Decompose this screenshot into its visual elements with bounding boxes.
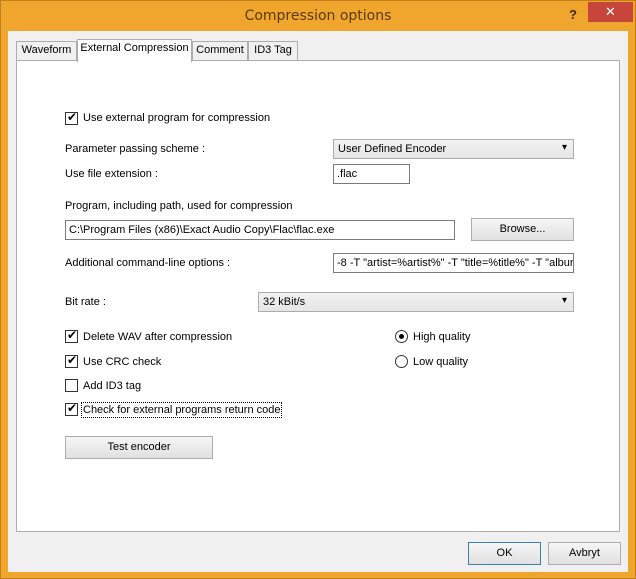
param-scheme-value: User Defined Encoder <box>338 143 447 155</box>
cancel-button[interactable]: Avbryt <box>548 542 621 565</box>
compression-options-window: Compression options ? ✕ Waveform Externa… <box>0 0 636 579</box>
chevron-down-icon: ▾ <box>561 295 567 306</box>
close-button[interactable]: ✕ <box>588 2 633 22</box>
help-button[interactable]: ? <box>562 5 584 25</box>
delete-wav-checkbox[interactable]: ✔ <box>65 328 78 343</box>
crc-check-label: Use CRC check <box>83 356 162 368</box>
high-quality-label: High quality <box>413 331 471 343</box>
close-icon: ✕ <box>605 4 616 19</box>
cmdline-input[interactable]: -8 -T "artist=%artist%" -T "title=%title… <box>333 253 574 273</box>
cmdline-label: Additional command-line options : <box>65 257 231 269</box>
program-path-input[interactable]: C:\Program Files (x86)\Exact Audio Copy\… <box>65 220 455 240</box>
title-bar: Compression options ? ✕ <box>1 1 635 31</box>
test-encoder-button[interactable]: Test encoder <box>65 436 213 459</box>
check-icon: ✔ <box>66 110 78 124</box>
tab-comment[interactable]: Comment <box>192 41 248 60</box>
use-external-checkbox[interactable]: ✔ <box>65 110 78 125</box>
dialog-client-area: Waveform External Compression Comment ID… <box>8 31 628 572</box>
radio-selected-dot <box>399 334 404 339</box>
cmdline-value: -8 -T "artist=%artist%" -T "title=%title… <box>337 257 574 269</box>
file-extension-input[interactable]: .flac <box>333 164 410 184</box>
delete-wav-label: Delete WAV after compression <box>83 331 233 343</box>
tab-waveform[interactable]: Waveform <box>16 41 77 60</box>
program-path-value: C:\Program Files (x86)\Exact Audio Copy\… <box>69 224 335 236</box>
low-quality-label: Low quality <box>413 356 469 368</box>
bitrate-value: 32 kBit/s <box>263 296 306 308</box>
crc-check-checkbox[interactable]: ✔ <box>65 353 78 368</box>
program-path-label: Program, including path, used for compre… <box>65 200 293 212</box>
check-icon: ✔ <box>66 353 78 367</box>
ok-button[interactable]: OK <box>468 542 541 565</box>
use-external-label: Use external program for compression <box>83 112 271 124</box>
return-code-checkbox[interactable]: ✔ <box>65 401 78 416</box>
low-quality-radio[interactable] <box>395 355 408 368</box>
high-quality-radio[interactable] <box>395 330 408 343</box>
check-icon: ✔ <box>66 401 78 415</box>
chevron-down-icon: ▾ <box>561 142 567 153</box>
external-compression-panel: ✔ Use external program for compression P… <box>16 60 620 532</box>
return-code-label: Check for external programs return code <box>80 402 283 418</box>
param-scheme-label: Parameter passing scheme : <box>65 143 206 155</box>
check-icon: ✔ <box>66 328 78 342</box>
file-extension-label: Use file extension : <box>65 168 158 180</box>
param-scheme-dropdown[interactable]: User Defined Encoder ▾ <box>333 139 574 159</box>
bitrate-label: Bit rate : <box>65 296 106 308</box>
add-id3-checkbox[interactable] <box>65 379 78 392</box>
window-title: Compression options <box>244 8 392 24</box>
add-id3-label: Add ID3 tag <box>83 380 142 392</box>
bitrate-dropdown[interactable]: 32 kBit/s ▾ <box>258 292 574 312</box>
file-extension-value: .flac <box>337 168 358 180</box>
tab-id3-tag[interactable]: ID3 Tag <box>248 41 298 60</box>
tab-external-compression[interactable]: External Compression <box>77 39 192 62</box>
browse-button[interactable]: Browse... <box>471 218 574 241</box>
